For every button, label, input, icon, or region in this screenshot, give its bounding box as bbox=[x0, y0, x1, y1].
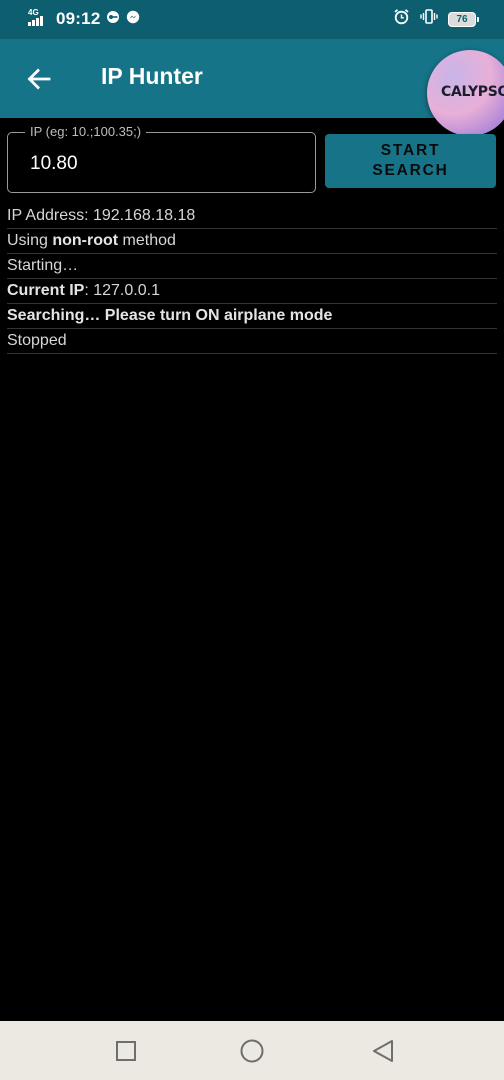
alarm-icon bbox=[393, 8, 410, 30]
calypso-overlay-bubble[interactable]: CALYPSO bbox=[427, 50, 504, 136]
home-circle-icon bbox=[240, 1039, 264, 1063]
log-method-bold: non-root bbox=[52, 232, 119, 249]
start-search-button[interactable]: START SEARCH bbox=[325, 134, 496, 188]
back-triangle-icon bbox=[373, 1040, 393, 1062]
status-bar: 4G 09:12 76 bbox=[0, 0, 504, 39]
signal-icon: 4G bbox=[28, 9, 50, 29]
log-stopped: Stopped bbox=[7, 329, 497, 354]
log-current-ip-label: Current IP bbox=[7, 282, 85, 299]
vibrate-icon bbox=[420, 8, 438, 30]
battery-icon: 76 bbox=[448, 11, 479, 27]
log-current-ip-value: : 127.0.0.1 bbox=[84, 282, 160, 299]
log-list: IP Address: 192.168.18.18 Using non-root… bbox=[7, 204, 497, 354]
log-ip-address: IP Address: 192.168.18.18 bbox=[7, 204, 497, 229]
messenger-icon bbox=[126, 10, 140, 29]
vpn-key-icon bbox=[106, 10, 120, 29]
log-current-ip: Current IP: 127.0.0.1 bbox=[7, 279, 497, 304]
log-searching: Searching… Please turn ON airplane mode bbox=[7, 304, 497, 329]
ip-input-field[interactable]: IP (eg: 10.;100.35;) 10.80 bbox=[7, 124, 316, 193]
app-title: IP Hunter bbox=[101, 63, 203, 89]
status-bar-right: 76 bbox=[393, 8, 479, 30]
arrow-left-icon bbox=[27, 68, 51, 90]
log-searching-text: Searching… Please turn ON airplane mode bbox=[7, 307, 333, 324]
ip-input-value[interactable]: 10.80 bbox=[30, 153, 78, 175]
log-starting: Starting… bbox=[7, 254, 497, 279]
nav-back-button[interactable] bbox=[368, 1036, 398, 1066]
back-button[interactable] bbox=[24, 64, 54, 94]
status-bar-left: 4G 09:12 bbox=[28, 9, 140, 29]
recents-square-icon bbox=[116, 1041, 136, 1061]
home-button[interactable] bbox=[237, 1036, 267, 1066]
log-method: Using non-root method bbox=[7, 229, 497, 254]
log-method-suffix: method bbox=[118, 232, 176, 249]
log-method-prefix: Using bbox=[7, 232, 53, 249]
recents-button[interactable] bbox=[111, 1036, 141, 1066]
start-search-label-line2: SEARCH bbox=[372, 162, 449, 179]
start-search-label-line1: START bbox=[380, 142, 441, 159]
ip-field-label: IP (eg: 10.;100.35;) bbox=[25, 124, 147, 140]
system-nav-bar bbox=[0, 1021, 504, 1080]
calypso-label: CALYPSO bbox=[441, 84, 504, 100]
status-time: 09:12 bbox=[56, 9, 101, 28]
